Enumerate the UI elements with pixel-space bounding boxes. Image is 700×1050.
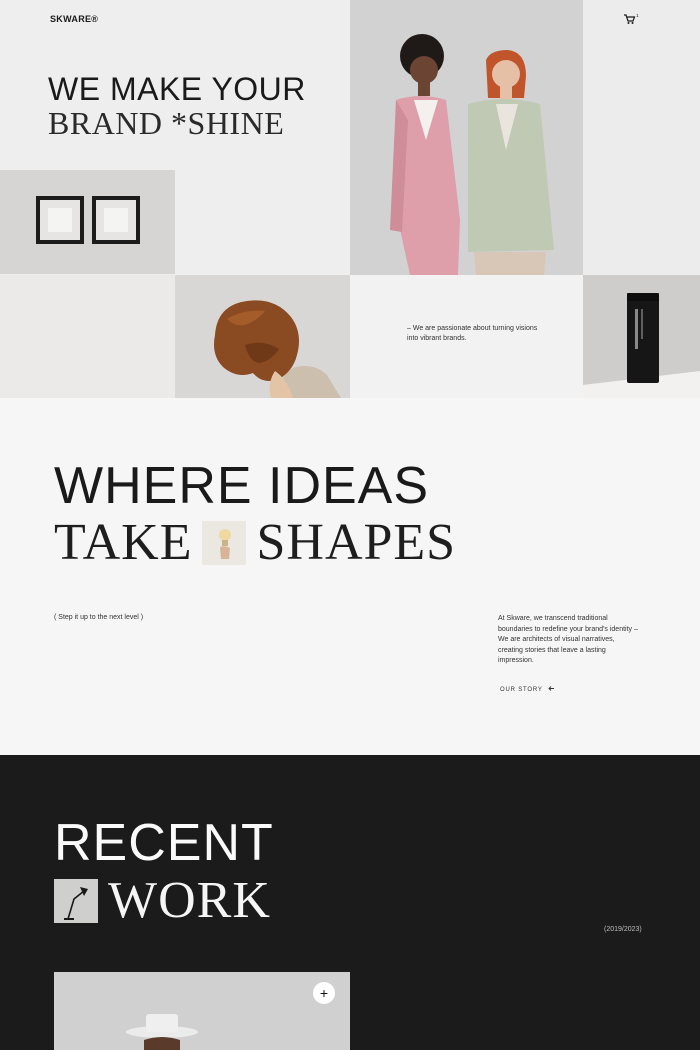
arrow-left-icon bbox=[548, 685, 555, 694]
years-range: (2019/2023) bbox=[604, 926, 642, 933]
cart-count: 1 bbox=[636, 13, 639, 18]
two-models-image bbox=[350, 0, 583, 275]
ideas-title-line2: TAKE SHAPES bbox=[54, 515, 456, 571]
hero-title-line2: BRAND *SHINE bbox=[48, 105, 285, 141]
hero-title: WE MAKE YOUR BRAND *SHINE bbox=[48, 72, 306, 140]
brand-logo[interactable]: SKWARE® bbox=[50, 14, 98, 24]
tagline-tile: – We are passionate about turning vision… bbox=[350, 275, 583, 398]
ideas-title-line1: WHERE IDEAS bbox=[54, 457, 430, 515]
empty-tile bbox=[0, 275, 175, 398]
product-bottle-image bbox=[583, 275, 700, 398]
frame-right bbox=[92, 196, 140, 244]
picture-frames-image bbox=[0, 170, 175, 274]
about-text: At Skware, we transcend traditional boun… bbox=[498, 615, 638, 664]
hero-tagline: – We are passionate about turning vision… bbox=[407, 325, 538, 342]
hero-title-line1: WE MAKE YOUR bbox=[48, 71, 306, 107]
plus-icon[interactable]: + bbox=[313, 982, 335, 1004]
ideas-title-word1: TAKE bbox=[54, 514, 193, 571]
step-label: ( Step it up to the next level ) bbox=[54, 614, 144, 621]
ideas-section: WHERE IDEAS TAKE SHAPES ( Step it up to … bbox=[0, 398, 700, 754]
recent-title-word: WORK bbox=[108, 872, 271, 929]
our-story-link[interactable]: OUR STORY bbox=[500, 685, 555, 694]
ideas-title-word2: SHAPES bbox=[256, 514, 457, 571]
recent-work-section: RECENT WORK (2019/2023) + bbox=[0, 755, 700, 1050]
frame-left bbox=[36, 196, 84, 244]
recent-title-line2: WORK bbox=[54, 873, 271, 929]
recent-title-line1: RECENT bbox=[54, 814, 274, 872]
hero-section: – We are passionate about turning vision… bbox=[0, 0, 700, 398]
curly-hair-model-image bbox=[175, 275, 350, 398]
our-story-label: OUR STORY bbox=[500, 686, 543, 693]
cart-icon[interactable]: 1 bbox=[623, 12, 639, 24]
work-card[interactable]: + bbox=[54, 972, 350, 1050]
lightbulb-image bbox=[202, 521, 247, 565]
lamp-image bbox=[54, 879, 98, 923]
empty-tile-right bbox=[583, 0, 700, 275]
